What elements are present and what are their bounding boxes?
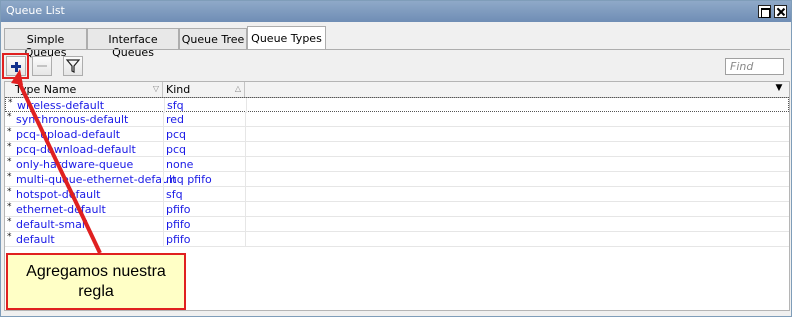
tab-queue-tree[interactable]: Queue Tree xyxy=(179,28,247,49)
close-icon[interactable] xyxy=(774,5,787,18)
kind-cell: pfifo xyxy=(166,218,191,231)
find-input[interactable]: Find xyxy=(725,58,784,75)
type-name-cell: only-hardware-queue xyxy=(16,158,134,171)
filter-button[interactable] xyxy=(63,56,83,76)
chevron-down-icon[interactable]: ▼ xyxy=(771,83,787,96)
column-header-kind[interactable]: Kind △ xyxy=(163,82,245,97)
title-bar[interactable]: Queue List xyxy=(1,1,791,22)
table-row[interactable]: * multi-queue-ethernet-default mq pfifo xyxy=(5,172,789,187)
table-row[interactable]: * default-small pfifo xyxy=(5,217,789,232)
sort-icon: ▽ xyxy=(152,84,159,93)
type-name-cell: multi-queue-ethernet-default xyxy=(16,173,177,186)
kind-cell: none xyxy=(166,158,194,171)
queue-list-window: Queue List Simple Queues Interface Queue… xyxy=(0,0,792,317)
callout-line-2: regla xyxy=(78,283,114,300)
table-row[interactable]: * hotspot-default sfq xyxy=(5,187,789,202)
kind-cell: sfq xyxy=(167,99,184,112)
table-row[interactable]: * wireless-default sfq xyxy=(5,97,789,113)
kind-cell: red xyxy=(166,113,185,126)
tab-queue-types[interactable]: Queue Types xyxy=(247,26,326,49)
type-name-cell: ethernet-default xyxy=(16,203,106,216)
table-row[interactable]: * only-hardware-queue none xyxy=(5,157,789,172)
table-row[interactable]: * pcq-upload-default pcq xyxy=(5,127,789,142)
kind-cell: pcq xyxy=(166,143,187,156)
remove-button[interactable] xyxy=(32,56,52,76)
window-title: Queue List xyxy=(6,4,65,17)
kind-cell: pfifo xyxy=(166,233,191,246)
table-header: Type Name ▽ Kind △ ▼ xyxy=(5,82,789,98)
kind-cell: pfifo xyxy=(166,203,191,216)
tab-simple-queues[interactable]: Simple Queues xyxy=(4,28,87,59)
type-name-cell: wireless-default xyxy=(17,99,105,112)
type-name-cell: default xyxy=(16,233,55,246)
type-name-cell: default-small xyxy=(16,218,88,231)
type-name-cell: synchronous-default xyxy=(16,113,129,126)
table-row[interactable]: * synchronous-default red xyxy=(5,112,789,127)
kind-cell: mq pfifo xyxy=(166,173,212,186)
callout-line-1: Agregamos nuestra xyxy=(26,263,166,280)
table-row[interactable]: * ethernet-default pfifo xyxy=(5,202,789,217)
kind-cell: sfq xyxy=(166,188,183,201)
minus-icon xyxy=(37,65,47,67)
type-name-cell: pcq-download-default xyxy=(16,143,136,156)
table-row[interactable]: * pcq-download-default pcq xyxy=(5,142,789,157)
filter-icon xyxy=(65,59,81,73)
annotation-callout: Agregamos nuestra regla xyxy=(6,253,186,310)
type-name-cell: pcq-upload-default xyxy=(16,128,121,141)
add-button-highlight xyxy=(2,53,29,79)
tab-divider xyxy=(4,49,790,50)
column-header-type-name[interactable]: Type Name ▽ xyxy=(5,82,163,97)
sort-icon: △ xyxy=(234,84,241,93)
type-name-cell: hotspot-default xyxy=(16,188,101,201)
table-row[interactable]: * default pfifo xyxy=(5,232,789,247)
tab-interface-queues[interactable]: Interface Queues xyxy=(87,28,179,59)
restore-icon[interactable] xyxy=(758,5,771,18)
kind-cell: pcq xyxy=(166,128,187,141)
